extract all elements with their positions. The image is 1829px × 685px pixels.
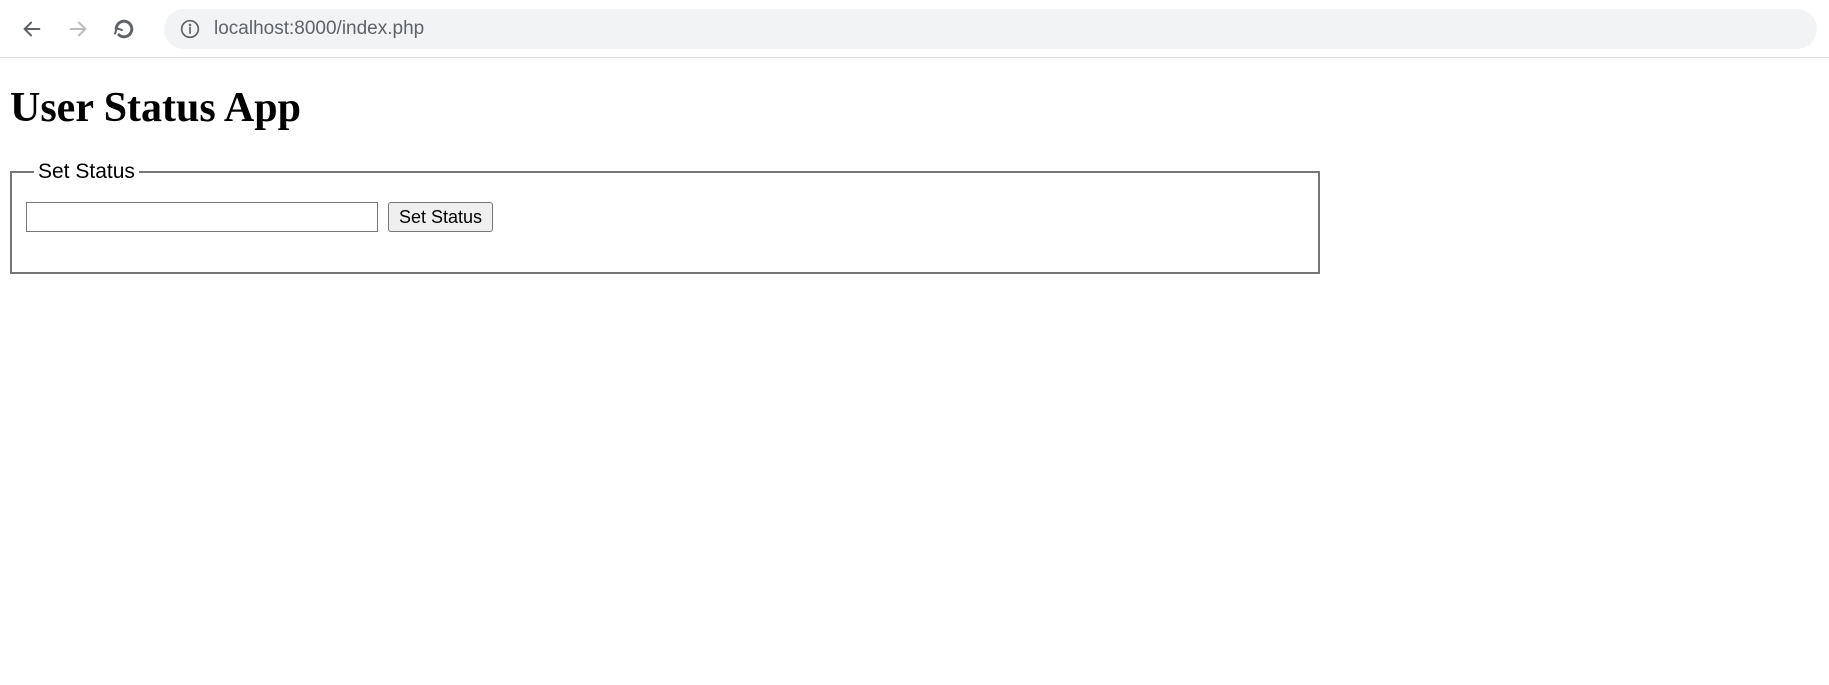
set-status-fieldset: Set Status Set Status (10, 160, 1320, 274)
status-input[interactable] (26, 202, 378, 232)
back-button[interactable] (12, 9, 52, 49)
forward-button[interactable] (58, 9, 98, 49)
browser-toolbar: localhost:8000/index.php (0, 0, 1829, 58)
set-status-button[interactable]: Set Status (388, 202, 493, 232)
reload-icon (113, 18, 135, 40)
page-content: User Status App Set Status Set Status (0, 58, 1829, 294)
status-form-row: Set Status (26, 202, 1304, 232)
reload-button[interactable] (104, 9, 144, 49)
address-bar[interactable]: localhost:8000/index.php (164, 9, 1817, 49)
url-host: localhost: (214, 18, 294, 39)
set-status-legend: Set Status (34, 160, 139, 184)
arrow-left-icon (21, 18, 43, 40)
url-text: localhost:8000/index.php (214, 18, 424, 40)
info-icon (180, 19, 200, 39)
url-path: 8000/index.php (294, 18, 424, 39)
page-title: User Status App (10, 84, 1819, 132)
arrow-right-icon (67, 18, 89, 40)
